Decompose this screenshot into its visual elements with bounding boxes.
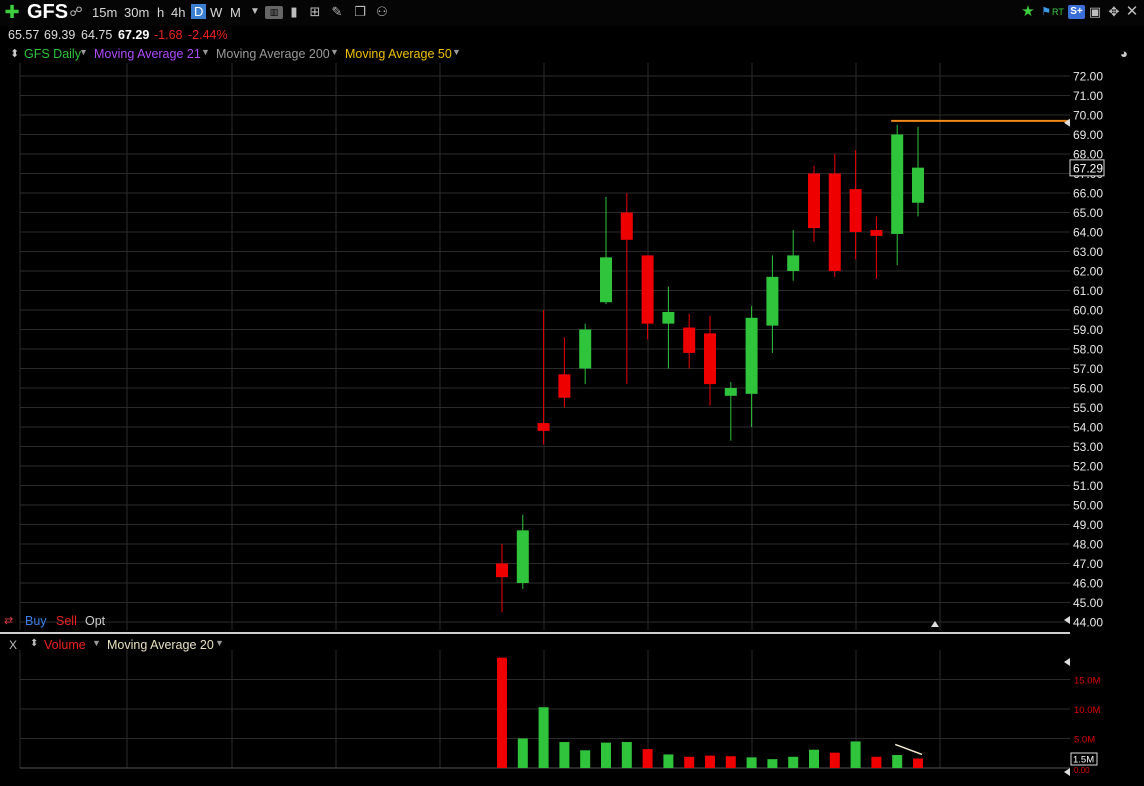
pane-divider[interactable] [0,632,1070,634]
volume-bar [705,755,715,768]
axis-scroll-arrow [1064,768,1070,776]
candle-body [516,530,529,583]
volume-bar [809,749,819,768]
price-tick-label: 50.00 [1073,499,1103,513]
volume-bar [663,754,674,768]
price-tick-label: 57.00 [1073,362,1103,376]
volume-bar [642,749,653,768]
candle-body [558,374,571,398]
price-tick-label: 49.00 [1073,518,1103,532]
candle-body [828,173,841,271]
volume-bar [580,750,591,768]
candle-body [662,311,675,324]
price-tick-label: 51.00 [1073,479,1103,493]
price-tick-label: 56.00 [1073,382,1103,396]
sort-icon[interactable]: ⬍ [30,638,38,649]
price-tick-label: 72.00 [1073,70,1103,84]
volume-bar [601,742,611,768]
volume-bar [725,756,736,768]
volume-tick-label: 10.0M [1074,705,1100,716]
volume-axis: 15.0M 10.0M 5.0M 1.5M0.00 [1064,658,1100,776]
volume-bar [788,756,799,768]
candle-body [704,333,716,385]
volume-bar [829,752,840,768]
buy-button[interactable]: Buy [25,614,47,628]
volume-bar [850,741,861,768]
volume-bar [767,759,778,768]
price-tick-label: 70.00 [1073,109,1103,123]
trade-bar: ⇄ Buy Sell Opt [0,612,200,630]
price-tick-label: 52.00 [1073,460,1103,474]
volume-pane-header: X ⬍ Volume ▼ Moving Average 20 ▼ [0,636,400,654]
price-tick-label: 66.00 [1073,187,1103,201]
candle-body [870,230,883,236]
candle-body [496,563,508,578]
candle-body [537,423,550,431]
price-tick-label: 48.00 [1073,538,1103,552]
legend-volume-ma20[interactable]: Moving Average 20 [107,638,214,652]
candle-body [912,167,924,203]
volume-bar [559,742,570,768]
candle-body [620,212,633,240]
price-tick-label: 60.00 [1073,304,1103,318]
volume-bar [497,657,507,768]
candle-body [891,134,904,234]
price-tick-label: 47.00 [1073,557,1103,571]
price-tick-label: 59.00 [1073,323,1103,337]
price-tick-label: 71.00 [1073,89,1103,103]
sell-button[interactable]: Sell [56,614,77,628]
price-tick-label: 62.00 [1073,265,1103,279]
volume-bars [497,657,923,768]
legend-volume[interactable]: Volume [44,638,86,652]
axis-scroll-arrow [1064,658,1070,666]
candle-body [600,257,612,303]
candle-body [745,317,758,394]
candle-body [766,276,779,326]
last-volume-label: 1.5M [1073,755,1094,766]
volume-bar [746,757,757,768]
candle-body [808,173,820,229]
price-tick-label: 55.00 [1073,401,1103,415]
price-tick-label: 45.00 [1073,596,1103,610]
price-tick-label: 46.00 [1073,577,1103,591]
candle-body [683,327,696,353]
candle-body [849,189,862,232]
price-tick-label: 44.00 [1073,616,1103,630]
last-price-label: 67.29 [1073,161,1103,175]
price-tick-label: 54.00 [1073,421,1103,435]
candles [496,119,1070,613]
close-pane-button[interactable]: X [9,638,17,652]
volume-tick-label: 5.0M [1074,735,1095,746]
volume-bar [684,756,695,768]
price-tick-label: 53.00 [1073,440,1103,454]
volume-ma-line [894,743,923,756]
price-tick-label: 58.00 [1073,343,1103,357]
axis-scroll-arrow [1064,616,1070,624]
trade-icon[interactable]: ⇄ [4,614,13,627]
volume-bar [621,742,632,768]
chevron-down-icon[interactable]: ▼ [215,638,224,648]
price-tick-label: 69.00 [1073,128,1103,142]
price-tick-label: 65.00 [1073,206,1103,220]
volume-tick-label: 15.0M [1074,676,1100,687]
candle-body [724,388,737,396]
opt-button[interactable]: Opt [85,614,105,628]
candle-body [787,255,800,271]
volume-bar [538,707,549,768]
volume-zero-label: 0.00 [1074,766,1090,775]
price-tick-label: 64.00 [1073,226,1103,240]
volume-bar [913,758,923,768]
volume-bar [892,755,903,768]
price-tick-label: 63.00 [1073,245,1103,259]
volume-bar [871,756,882,768]
price-volume-chart[interactable]: 72.0071.0070.0069.0068.0067.0066.0065.00… [0,0,1144,786]
price-tick-label: 61.00 [1073,284,1103,298]
chevron-down-icon[interactable]: ▼ [92,638,101,648]
candle-body [641,255,654,324]
volume-bar [517,738,528,768]
candle-body [579,329,592,369]
